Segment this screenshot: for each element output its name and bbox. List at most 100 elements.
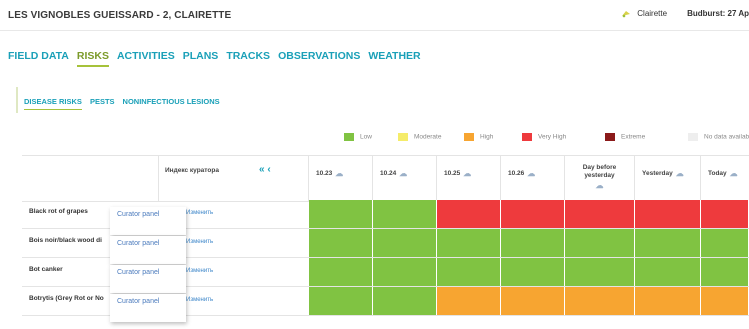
risk-cell[interactable] [701, 287, 749, 315]
tab-weather[interactable]: WEATHER [368, 50, 420, 62]
date-column-header: Day before yesterday ☁ [565, 156, 635, 201]
risk-cell[interactable] [501, 229, 565, 257]
risk-legend: Low Moderate High Very High Extreme No data a… [0, 133, 749, 145]
risk-cell[interactable] [565, 258, 635, 286]
risk-cell[interactable] [373, 229, 437, 257]
tab-activities[interactable]: ACTIVITIES [117, 50, 175, 62]
legend-item: Moderate [398, 133, 441, 141]
date-column-header: 10.25 ☁ [437, 156, 501, 201]
risk-cell[interactable] [437, 229, 501, 257]
date-column-header: Today ☁ [701, 156, 749, 201]
date-label: 10.26 [508, 170, 525, 178]
risk-cell[interactable] [437, 287, 501, 315]
risk-cell[interactable] [501, 287, 565, 315]
tab-tracks[interactable]: TRACKS [226, 50, 270, 62]
field-info: Clairette Budburst: 27 Ap [621, 9, 749, 18]
legend-swatch [605, 133, 615, 141]
risk-cell[interactable] [635, 258, 701, 286]
date-label: 10.23 [316, 170, 333, 178]
date-column-header: 10.23 ☁ [309, 156, 373, 201]
legend-swatch [522, 133, 532, 141]
date-label: Today [708, 170, 727, 178]
tab-plans[interactable]: PLANS [183, 50, 219, 62]
legend-swatch [688, 133, 698, 141]
legend-label: High [480, 133, 494, 141]
date-column-header: 10.26 ☁ [501, 156, 565, 201]
risk-cell[interactable] [309, 258, 373, 286]
risk-cell[interactable] [501, 200, 565, 228]
risk-cell[interactable] [309, 200, 373, 228]
grape-leaf-icon [622, 10, 631, 18]
legend-swatch [344, 133, 354, 141]
risk-cell[interactable] [373, 200, 437, 228]
curator-index-label: Индекс куратора [165, 167, 219, 174]
page-title: LES VIGNOBLES GUEISSARD - 2, CLAIRETTE [8, 10, 232, 21]
tab-field-data[interactable]: FIELD DATA [8, 50, 69, 62]
date-label: 10.25 [444, 170, 461, 178]
risk-cell[interactable] [437, 200, 501, 228]
date-column-header: Yesterday ☁ [635, 156, 701, 201]
table-header: Индекс куратора « ‹ 10.23 ☁ 10.24 ☁ 10.25 ☁ 10… [22, 155, 749, 202]
disease-name-header [22, 156, 159, 201]
legend-item: High [464, 133, 493, 141]
header-bar: LES VIGNOBLES GUEISSARD - 2, CLAIRETTE C… [0, 0, 749, 31]
risk-cell[interactable] [635, 287, 701, 315]
partly-cloudy-rain-icon: ☁ [675, 169, 684, 178]
date-column-header: 10.24 ☁ [373, 156, 437, 201]
tab-observations[interactable]: OBSERVATIONS [278, 50, 360, 62]
risk-cell[interactable] [565, 229, 635, 257]
risk-cell[interactable] [373, 258, 437, 286]
risk-cell[interactable] [635, 229, 701, 257]
legend-label: Low [360, 133, 372, 141]
edit-curator-link[interactable]: Изменить [186, 210, 213, 216]
legend-label: Very High [538, 133, 567, 141]
edit-curator-link[interactable]: Изменить [186, 239, 213, 245]
double-chevron-left-icon[interactable]: « ‹ [259, 164, 271, 175]
risk-cell[interactable] [501, 258, 565, 286]
risk-cell[interactable] [309, 229, 373, 257]
legend-label: Extreme [621, 133, 646, 141]
risk-cell[interactable] [565, 200, 635, 228]
risk-cell[interactable] [701, 200, 749, 228]
risk-cell[interactable] [701, 229, 749, 257]
partly-cloudy-rain-icon: ☁ [595, 181, 604, 190]
curator-panel-popover[interactable]: Curator panel [110, 236, 186, 264]
legend-label: No data availab [704, 133, 749, 141]
legend-item: Extreme [605, 133, 645, 141]
risk-cell[interactable] [565, 287, 635, 315]
edit-curator-link[interactable]: Изменить [186, 297, 213, 303]
legend-swatch [398, 133, 408, 141]
legend-swatch [464, 133, 474, 141]
curator-panel-popover[interactable]: Curator panel [110, 294, 186, 322]
partly-cloudy-rain-icon: ☁ [527, 169, 536, 178]
curator-panel-popover[interactable]: Curator panel [110, 207, 186, 235]
legend-item: No data availab [688, 133, 749, 141]
tab-risks[interactable]: RISKS [76, 50, 110, 67]
risk-cell[interactable] [635, 200, 701, 228]
date-label: Yesterday [642, 170, 673, 178]
curator-panel-popover[interactable]: Curator panel [110, 265, 186, 293]
partly-cloudy-rain-icon: ☁ [729, 169, 738, 178]
risk-cell[interactable] [701, 258, 749, 286]
legend-label: Moderate [414, 133, 442, 141]
partly-cloudy-rain-icon: ☁ [399, 169, 408, 178]
curator-index-header: Индекс куратора « ‹ [159, 156, 309, 201]
subtab-disease-risks[interactable]: DISEASE RISKS [24, 97, 82, 110]
partly-cloudy-rain-icon: ☁ [335, 169, 344, 178]
partly-cloudy-rain-icon: ☁ [463, 169, 472, 178]
edit-curator-link[interactable]: Изменить [186, 268, 213, 274]
risk-cell[interactable] [373, 287, 437, 315]
subtab-noninfectious-lesions[interactable]: NONINFECTIOUS LESIONS [123, 97, 220, 106]
date-label: 10.24 [380, 170, 397, 178]
sub-tab-bar: DISEASE RISKS PESTS NONINFECTIOUS LESIONS [16, 87, 749, 113]
subtab-pests[interactable]: PESTS [90, 97, 115, 106]
date-label: Day before yesterday [582, 164, 617, 179]
legend-item: Low [344, 133, 372, 141]
main-tabs: FIELD DATA RISKS ACTIVITIES PLANS TRACKS OBSE… [8, 50, 429, 67]
budburst-label: Budburst: 27 Ap [687, 9, 749, 18]
risk-cell[interactable] [309, 287, 373, 315]
legend-item: Very High [522, 133, 566, 141]
risk-cell[interactable] [437, 258, 501, 286]
sub-tabs: DISEASE RISKS PESTS NONINFECTIOUS LESIONS [24, 97, 228, 110]
variety-label: Clairette [637, 9, 668, 18]
